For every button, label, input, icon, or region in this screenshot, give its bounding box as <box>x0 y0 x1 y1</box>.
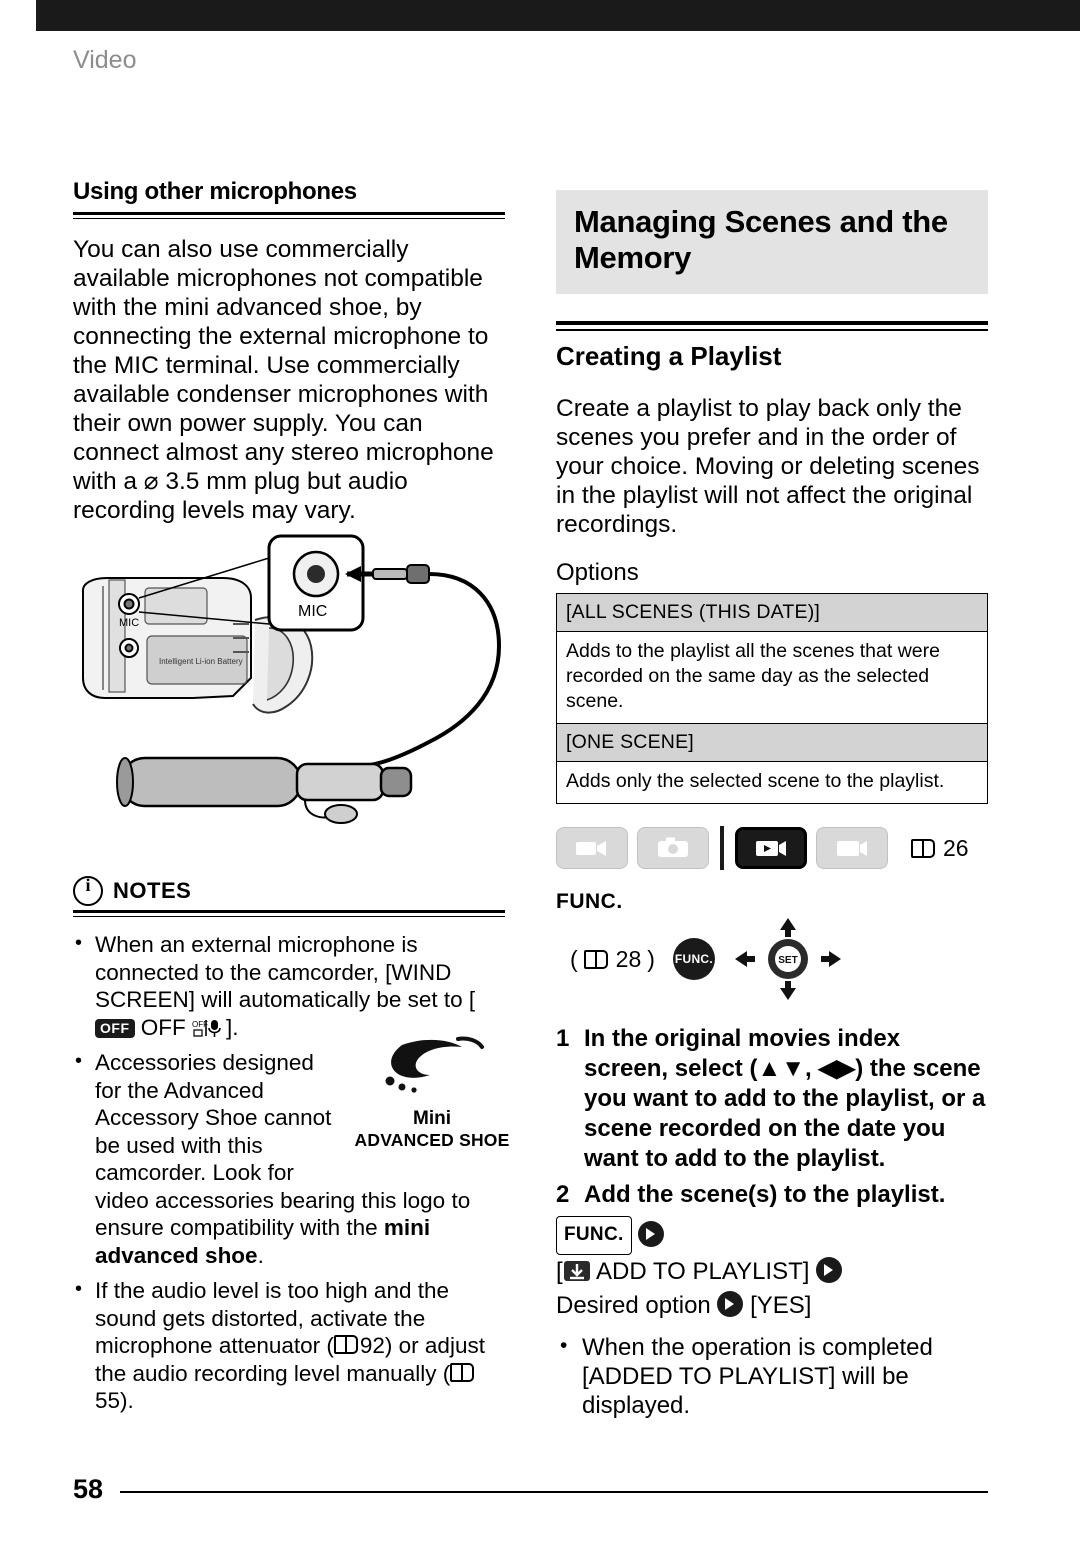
option-header-all-scenes: [ALL SCENES (THIS DATE)] <box>556 593 988 632</box>
chapter-title-box: Managing Scenes and the Memory <box>556 190 988 294</box>
movie-playback-mode-button[interactable] <box>735 827 807 869</box>
svg-text:SET: SET <box>778 955 797 966</box>
step-2: 2 Add the scene(s) to the playlist. <box>556 1180 988 1210</box>
svg-text:Intelligent Li-ion Battery: Intelligent Li-ion Battery <box>159 657 243 666</box>
operation-sequence: FUNC. [ ADD TO PLAYLIST] Desired option <box>556 1216 988 1323</box>
step-1-text: In the original movies index screen, sel… <box>584 1025 986 1172</box>
page-reference-icon <box>450 1362 475 1382</box>
info-icon <box>73 875 103 906</box>
sequence-yes: [YES] <box>750 1292 812 1319</box>
option-header-one-scene: [ONE SCENE] <box>556 723 988 762</box>
notes-rule <box>73 910 505 917</box>
movie-record-mode-button[interactable] <box>556 827 628 869</box>
running-head: Video <box>73 46 137 74</box>
next-step-arrow-icon <box>816 1257 843 1283</box>
operating-modes-row: 26 <box>556 826 988 870</box>
camcorder-icon <box>576 841 606 856</box>
note-text-1a: When an external microphone is connected… <box>95 932 476 1012</box>
camera-icon <box>658 837 688 857</box>
step-2-number: 2 <box>556 1181 570 1208</box>
func-row: (28) FUNC. SET <box>556 916 988 1002</box>
mode-page-reference: 26 <box>911 835 969 862</box>
notes-title: NOTES <box>113 878 192 903</box>
left-body-paragraph: You can also use commercially available … <box>73 236 494 524</box>
note-item-attenuator: If the audio level is too high and the s… <box>73 1276 505 1415</box>
section-intro-paragraph: Create a playlist to play back only the … <box>556 395 980 538</box>
top-bar-notch <box>0 0 36 31</box>
options-row-header-2: [ONE SCENE] <box>556 723 988 762</box>
note-text-1c: ]. <box>226 1014 239 1040</box>
func-page-reference: (28) <box>570 945 655 972</box>
section-rule <box>556 321 988 331</box>
right-column: Managing Scenes and the Memory Creating … <box>556 190 988 1420</box>
sequence-line-2: [ ADD TO PLAYLIST] <box>556 1255 988 1289</box>
note-ref-55: 55 <box>95 1388 121 1413</box>
svg-text:MIC: MIC <box>298 603 327 620</box>
mode-page-number: 26 <box>943 834 969 861</box>
procedure-steps: 1 In the original movies index screen, s… <box>556 1024 988 1420</box>
svg-text:MIC: MIC <box>119 617 139 629</box>
option-desc-all-scenes: Adds to the playlist all the scenes that… <box>566 640 940 712</box>
page-number: 58 <box>73 1474 104 1504</box>
off-badge-icon: OFF <box>95 1018 135 1038</box>
options-row-desc-1: Adds to the playlist all the scenes that… <box>557 632 988 724</box>
step-1-number: 1 <box>556 1025 570 1052</box>
joystick-icon: SET <box>734 918 841 1000</box>
step-2-text: Add the scene(s) to the playlist. <box>584 1181 946 1208</box>
shoe-logo-advanced-label: ADVANCED SHOE <box>354 1130 510 1150</box>
options-row-header-1: [ALL SCENES (THIS DATE)] <box>556 593 988 632</box>
left-section-heading: Using other microphones <box>73 178 357 205</box>
wind-screen-mic-icon: OFF <box>192 1019 221 1037</box>
mode-group-separator <box>720 826 724 870</box>
add-to-playlist-icon <box>563 1261 590 1281</box>
mini-advanced-shoe-logo: Mini ADVANCED SHOE <box>352 1035 512 1151</box>
notes-header: NOTES <box>73 875 505 906</box>
document-page: Video Using other microphones You can al… <box>0 0 1080 1560</box>
step-1: 1 In the original movies index screen, s… <box>556 1024 988 1174</box>
chapter-title-line-1: Managing Scenes and the <box>574 204 948 239</box>
photo-playback-icon <box>837 841 867 856</box>
option-desc-one-scene: Adds only the selected scene to the play… <box>566 770 945 792</box>
sequence-bracket-open: [ <box>556 1258 563 1285</box>
func-button-icon[interactable]: FUNC. <box>672 938 715 980</box>
sequence-line-1: FUNC. <box>556 1216 988 1255</box>
page-top-bar <box>0 0 1080 31</box>
func-sequence-button[interactable]: FUNC. <box>556 1216 632 1255</box>
photo-playback-mode-button[interactable] <box>816 827 888 869</box>
func-page-number: 28 <box>615 945 642 972</box>
note-text-1b: OFF <box>134 1014 186 1040</box>
options-label: Options <box>556 559 639 586</box>
completion-note: When the operation is completed [ADDED T… <box>556 1331 988 1420</box>
joystick-illustration: SET <box>733 916 843 1002</box>
options-table: [ALL SCENES (THIS DATE)] Adds to the pla… <box>556 593 988 804</box>
note-ref-92: 92 <box>359 1333 385 1358</box>
footer-rule <box>120 1491 988 1493</box>
sequence-line-3: Desired option [YES] <box>556 1289 988 1323</box>
chapter-title-line-2: Memory <box>574 240 692 275</box>
photo-record-mode-button[interactable] <box>637 827 709 869</box>
advanced-shoe-symbol-icon <box>385 1036 484 1093</box>
shoe-logo-mini-label: Mini <box>413 1108 451 1129</box>
camcorder-microphone-illustration: MIC Intelligent Li-ion Battery MIC <box>73 528 533 848</box>
page-reference-icon <box>911 838 935 858</box>
sequence-add-to-playlist-label: ADD TO PLAYLIST] <box>596 1258 810 1285</box>
page-reference-icon <box>333 1335 358 1354</box>
note-text-3c: ). <box>120 1388 134 1413</box>
next-step-arrow-icon <box>638 1221 665 1247</box>
mic-terminal-callout: MIC <box>267 534 365 632</box>
page-reference-icon <box>583 949 608 969</box>
sequence-desired-option: Desired option <box>556 1292 711 1319</box>
movie-playback-icon <box>756 841 786 856</box>
func-label: FUNC. <box>556 890 623 913</box>
section-title: Creating a Playlist <box>556 341 782 371</box>
external-microphone <box>116 756 413 824</box>
illustration-svg: MIC Intelligent Li-ion Battery MIC <box>82 534 502 824</box>
left-heading-rule <box>73 212 505 219</box>
notes-list: When an external microphone is connected… <box>73 930 505 1415</box>
left-column: Using other microphones You can also use… <box>73 178 505 525</box>
note-item-wind-screen: When an external microphone is connected… <box>73 930 505 1041</box>
options-row-desc-2: Adds only the selected scene to the play… <box>557 762 988 804</box>
next-step-arrow-icon <box>717 1291 744 1317</box>
